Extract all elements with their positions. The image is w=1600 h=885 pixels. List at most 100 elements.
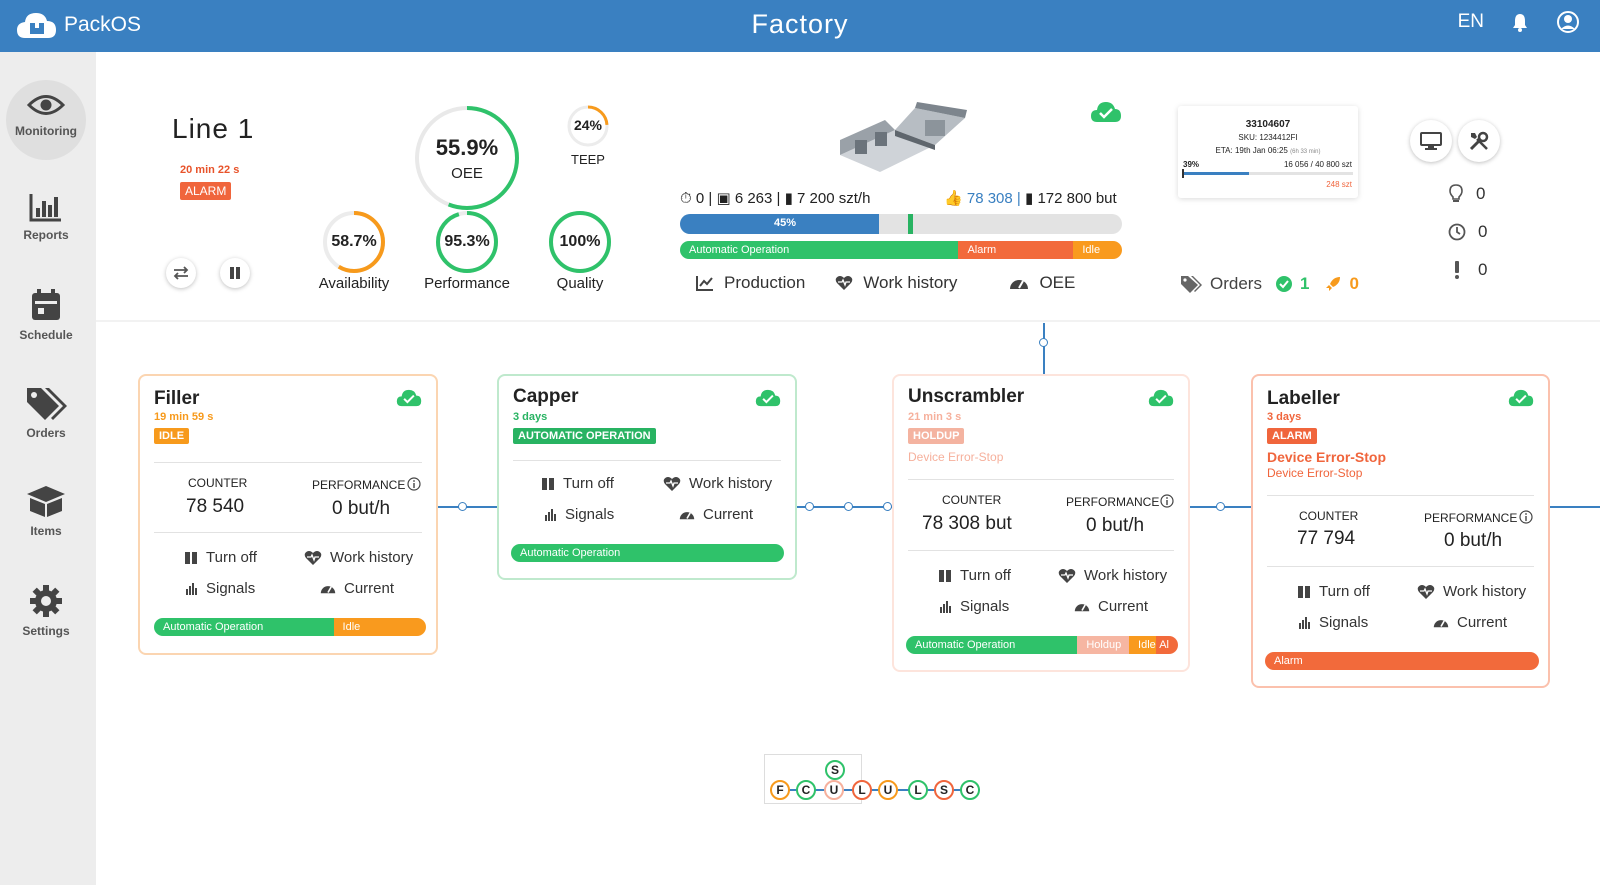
maintenance-button[interactable] (1458, 120, 1500, 162)
tools-icon (1469, 131, 1489, 151)
signals-button[interactable]: Signals (940, 598, 1009, 615)
info-icon[interactable] (1519, 510, 1533, 524)
user-account-icon[interactable] (1556, 10, 1580, 34)
info-icon[interactable] (407, 477, 421, 491)
sidebar-item-label: Reports (23, 228, 69, 242)
minimap-node[interactable]: U (824, 780, 844, 800)
performance-label: Performance (424, 275, 510, 292)
minimap-node[interactable]: S (825, 760, 845, 780)
minimap-node[interactable]: L (908, 780, 928, 800)
action-label: Current (1457, 614, 1508, 631)
order-eta-text: ETA: 19th Jan 06:25 (1215, 146, 1288, 155)
machine-state-bar[interactable]: Alarm (1265, 652, 1539, 670)
section-divider (96, 320, 1600, 322)
state-segment-alarm: Alarm (958, 241, 1074, 259)
tab-oee[interactable]: OEE (1009, 273, 1075, 293)
machine-status-duration: 3 days (1267, 411, 1302, 423)
turn-off-button[interactable]: Turn off (541, 475, 614, 492)
pause-icon (939, 569, 951, 582)
order-id: 33104607 (1245, 119, 1291, 130)
turn-off-button[interactable]: Turn off (184, 549, 257, 566)
counter-label: COUNTER (188, 476, 248, 490)
good-count: 78 308 (966, 190, 1013, 207)
pause-button[interactable] (220, 258, 250, 288)
total-count: 172 800 but (1037, 190, 1117, 207)
line-progress-marker (908, 214, 913, 234)
work-history-button[interactable]: Work history (1417, 583, 1526, 600)
card-divider (513, 460, 781, 461)
signal-bars-icon (940, 600, 951, 613)
packaging-line-image (840, 102, 967, 172)
tab-production[interactable]: Production (696, 273, 805, 293)
signals-button[interactable]: Signals (186, 580, 255, 597)
action-label: Current (703, 506, 754, 523)
delays-counter[interactable]: 0 (1448, 213, 1487, 251)
warnings-counter[interactable]: 0 (1448, 251, 1487, 289)
heartbeat-icon (835, 276, 853, 290)
card-divider (1267, 566, 1534, 567)
sidebar-item-settings[interactable]: Settings (0, 584, 92, 638)
action-label: Turn off (1319, 583, 1370, 600)
machine-state-bar[interactable]: Automatic Operation Idle (154, 618, 426, 636)
sidebar-item-monitoring[interactable]: Monitoring (6, 80, 86, 160)
ideas-counter[interactable]: 0 (1448, 175, 1487, 213)
performance-label: PERFORMANCE (312, 478, 406, 492)
rate-icon: ▮ (784, 190, 793, 207)
tab-work-history[interactable]: Work history (835, 273, 957, 293)
minimap-node[interactable]: L (852, 780, 872, 800)
line-status-badge: ALARM (180, 182, 232, 200)
current-button[interactable]: Current (679, 506, 753, 523)
sidebar-item-schedule[interactable]: Schedule (0, 288, 92, 342)
minimap-node[interactable]: S (934, 780, 954, 800)
machine-state-bar[interactable]: Automatic Operation (511, 544, 784, 562)
flow-line-vertical (1043, 323, 1045, 375)
turn-off-button[interactable]: Turn off (1297, 583, 1370, 600)
current-button[interactable]: Current (320, 580, 394, 597)
sidebar-item-reports[interactable]: Reports (0, 192, 92, 242)
minimap-node[interactable]: F (770, 780, 790, 800)
sidebar-item-orders[interactable]: Orders (0, 386, 92, 440)
line-progress-label: 45% (773, 217, 797, 229)
bell-icon[interactable] (1510, 12, 1530, 32)
machine-state-bar[interactable]: Automatic Operation Holdup Idle Al (906, 636, 1178, 654)
current-button[interactable]: Current (1433, 614, 1507, 631)
delays-count: 0 (1478, 222, 1488, 241)
availability-value: 58.7% (331, 233, 377, 250)
state-segment-automatic: Automatic Operation (680, 241, 959, 259)
switch-button[interactable] (166, 258, 196, 288)
minimap-node[interactable]: C (796, 780, 816, 800)
heartbeat-icon (1058, 568, 1076, 583)
turn-off-button[interactable]: Turn off (938, 567, 1011, 584)
machine-card-filler[interactable]: Filler 19 min 59 s IDLE COUNTER 78 540 P… (138, 374, 438, 655)
machine-card-unscrambler[interactable]: Unscrambler 21 min 3 s HOLDUP Device Err… (892, 374, 1190, 672)
current-order-card[interactable]: 33104607 SKU: 1234412FI ETA: 19th Jan 06… (1178, 106, 1358, 198)
state-segment-idle: Idle (1073, 241, 1122, 259)
tab-label: Work history (863, 273, 958, 292)
minimap-node[interactable]: C (960, 780, 980, 800)
info-icon[interactable] (1160, 494, 1174, 508)
state-segment-automatic: Automatic Operation (154, 618, 334, 636)
line-state-bar[interactable]: Automatic Operation Alarm Idle (680, 241, 1122, 259)
current-button[interactable]: Current (1074, 598, 1148, 615)
machine-status-duration: 19 min 59 s (154, 411, 214, 423)
action-label: Signals (565, 506, 615, 523)
performance-gauge: 95.3% (434, 209, 500, 275)
speedometer-icon (320, 586, 336, 594)
machine-card-capper[interactable]: Capper 3 days AUTOMATIC OPERATION Turn o… (497, 374, 797, 580)
language-selector[interactable]: EN (1458, 11, 1484, 33)
line-progress-bar: 45% (680, 214, 1122, 234)
signals-button[interactable]: Signals (545, 506, 614, 523)
machine-card-labeller[interactable]: Labeller 3 days ALARM Device Error-Stop … (1251, 374, 1550, 688)
work-history-button[interactable]: Work history (663, 475, 772, 492)
card-divider (908, 550, 1174, 551)
line-output: 👍 78 308 | ▮ 172 800 but (944, 190, 1117, 207)
counter-value: 78 308 but (922, 513, 1012, 534)
minimap-node[interactable]: U (878, 780, 898, 800)
work-history-button[interactable]: Work history (1058, 567, 1167, 584)
signals-button[interactable]: Signals (1299, 614, 1368, 631)
display-button[interactable] (1410, 120, 1452, 162)
work-history-button[interactable]: Work history (304, 549, 413, 566)
orders-summary[interactable]: Orders 1 0 (1180, 274, 1359, 294)
sidebar-item-items[interactable]: Items (0, 484, 92, 538)
quality-label: Quality (556, 275, 604, 292)
